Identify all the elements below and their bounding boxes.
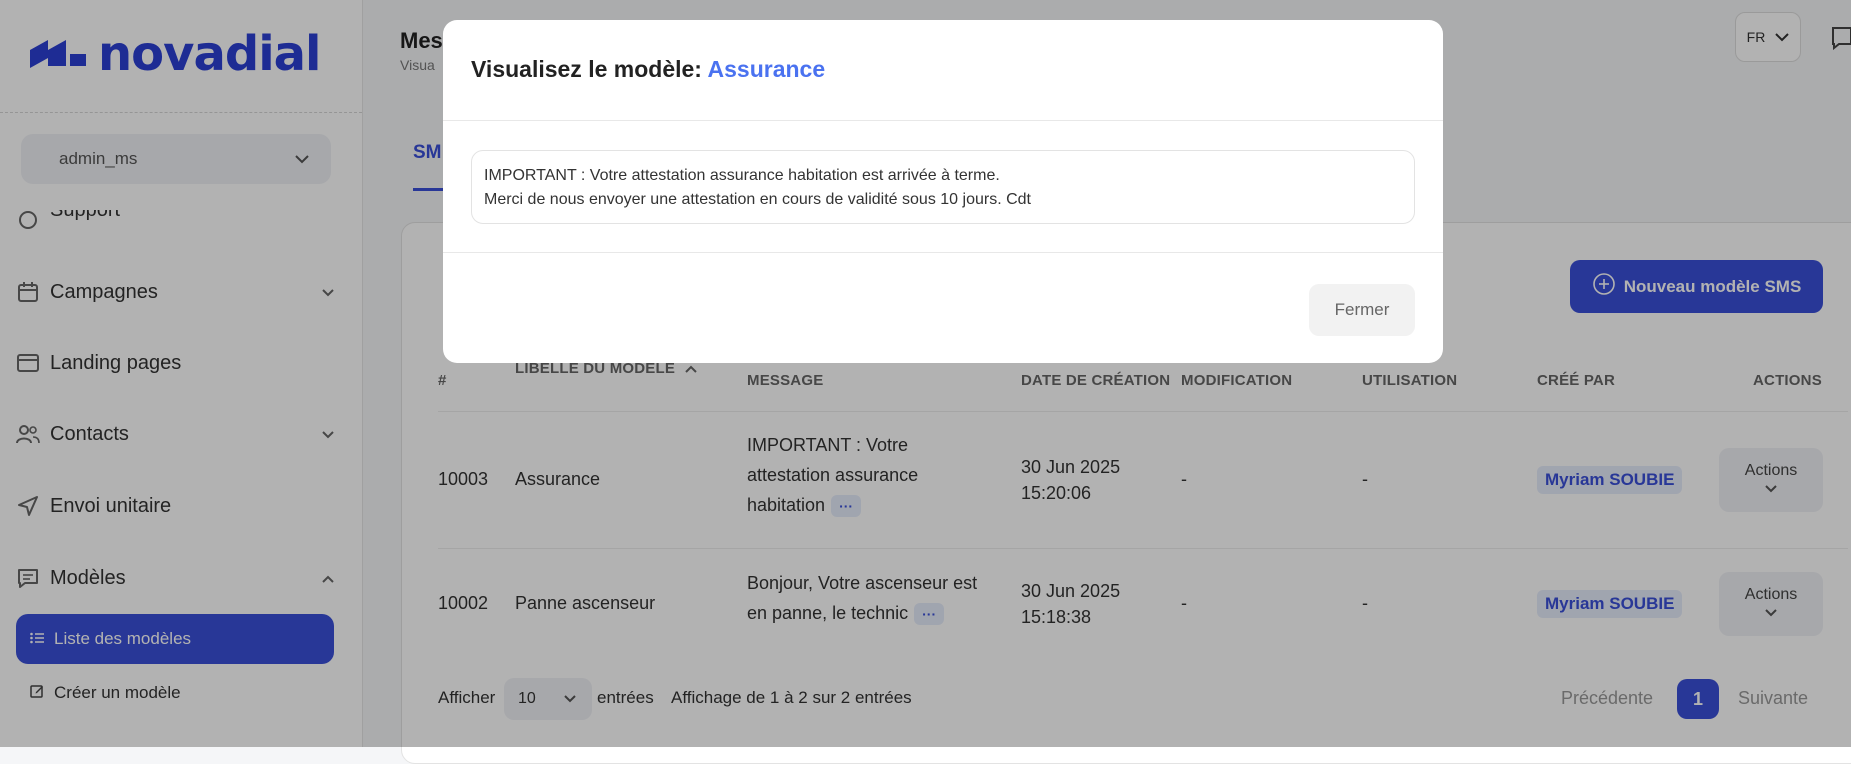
close-button[interactable]: Fermer xyxy=(1309,284,1415,336)
modal-footer-divider xyxy=(443,252,1443,253)
modal-message-preview: IMPORTANT : Votre attestation assurance … xyxy=(471,150,1415,224)
modal-header: Visualisez le modèle: Assurance xyxy=(443,20,1443,121)
modal-title: Visualisez le modèle: Assurance xyxy=(471,56,825,83)
modal-title-template-name: Assurance xyxy=(707,56,826,82)
template-preview-modal: Visualisez le modèle: Assurance IMPORTAN… xyxy=(443,20,1443,363)
app-root: novadial admin_ms Support Campagnes xyxy=(0,0,1851,764)
modal-title-prefix: Visualisez le modèle: xyxy=(471,56,702,82)
